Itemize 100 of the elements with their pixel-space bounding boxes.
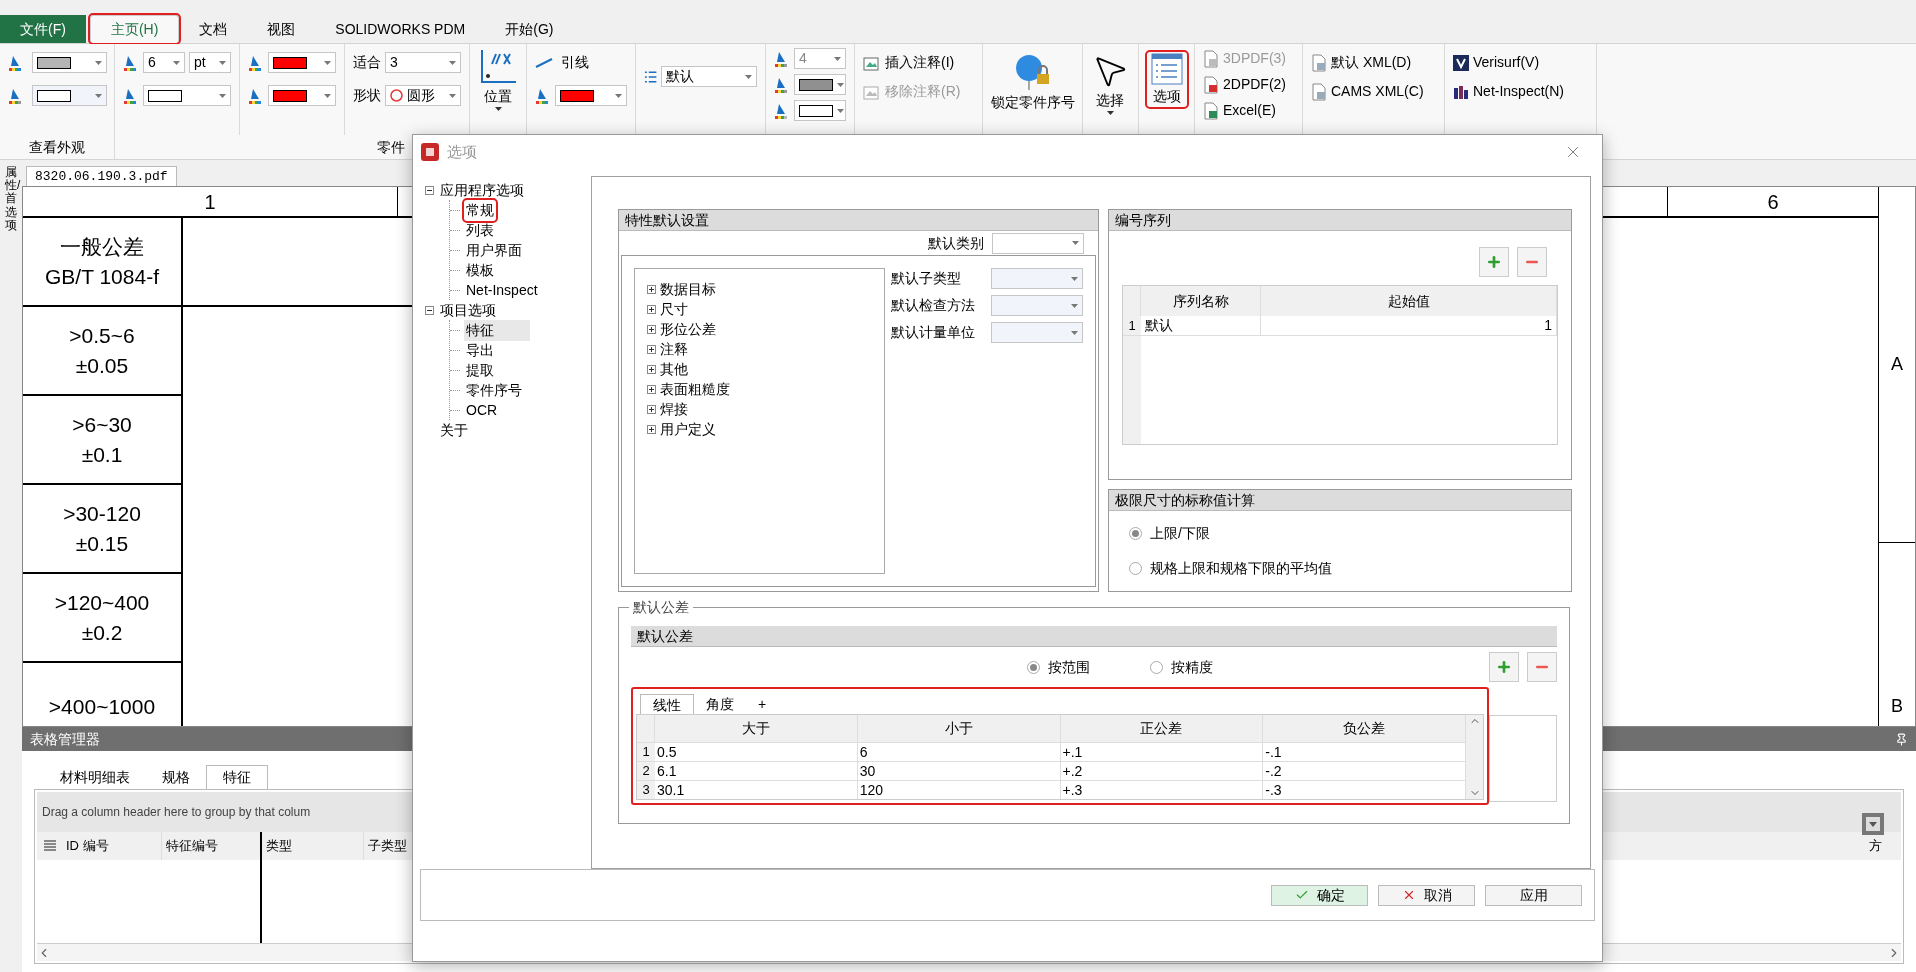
- row-number: 1: [1123, 316, 1141, 335]
- tab[interactable]: 线性: [640, 694, 694, 714]
- tree-item[interactable]: 用户界面: [464, 239, 524, 261]
- dropdown-arrow-icon: [95, 60, 102, 65]
- panel-tab[interactable]: 材料明细表: [44, 765, 146, 789]
- tree-item[interactable]: 常规: [464, 199, 496, 221]
- tree-item[interactable]: 焊接: [660, 398, 688, 420]
- expand-icon[interactable]: [647, 284, 656, 294]
- expand-icon[interactable]: [647, 324, 656, 334]
- position-button[interactable]: 位置: [478, 48, 518, 111]
- tree-item[interactable]: 导出: [464, 339, 496, 361]
- pin-icon[interactable]: [1895, 732, 1908, 746]
- expand-icon[interactable]: [647, 384, 656, 394]
- radio-label: 规格上限和规格下限的平均值: [1150, 559, 1332, 578]
- lock-balloon-button[interactable]: 锁定零件序号: [991, 52, 1075, 113]
- radio-button[interactable]: [1129, 562, 1142, 575]
- dropdown[interactable]: [555, 85, 627, 106]
- dropdown[interactable]: [794, 74, 846, 95]
- tab[interactable]: 角度: [694, 694, 746, 714]
- tree-item[interactable]: 形位公差: [660, 318, 716, 340]
- dropdown[interactable]: 默认: [661, 66, 757, 87]
- column-header[interactable]: ID 编号: [62, 832, 162, 860]
- expand-icon[interactable]: [647, 344, 656, 354]
- file-tab[interactable]: 文件(F): [0, 15, 86, 43]
- dropdown[interactable]: [794, 100, 846, 121]
- radio-button[interactable]: [1027, 660, 1040, 674]
- tree-item[interactable]: OCR: [464, 399, 500, 421]
- remove-button[interactable]: [1517, 247, 1547, 277]
- tree-item[interactable]: Net-Inspect: [464, 279, 540, 301]
- tree-item[interactable]: 注释: [660, 338, 688, 360]
- dropdown[interactable]: [32, 52, 107, 73]
- radio-button[interactable]: [1150, 660, 1163, 674]
- collapse-icon[interactable]: [425, 185, 434, 195]
- dropdown[interactable]: [143, 85, 231, 106]
- panel-tab[interactable]: 规格: [146, 765, 206, 789]
- radio-label: 按范围: [1048, 657, 1090, 677]
- expand-icon[interactable]: [647, 404, 656, 414]
- xml-export-button[interactable]: 默认 XML(D): [1311, 52, 1424, 73]
- column-header[interactable]: 类型: [262, 832, 364, 860]
- tree-item[interactable]: 尺寸: [660, 298, 688, 320]
- xml-export-button[interactable]: CAMS XML(C): [1311, 81, 1424, 102]
- menu-icon[interactable]: [42, 840, 57, 852]
- column-header[interactable]: 正公差: [1060, 715, 1264, 742]
- column-header[interactable]: 序列名称: [1141, 286, 1261, 316]
- ribbon-tab[interactable]: SOLIDWORKS PDM: [315, 15, 486, 43]
- dropdown[interactable]: pt: [189, 52, 231, 73]
- panel-tab[interactable]: 特征: [206, 765, 268, 789]
- expand-icon[interactable]: [647, 304, 656, 314]
- table-cell: +.1: [1060, 743, 1264, 761]
- dropdown[interactable]: 6: [143, 52, 185, 73]
- export-button[interactable]: 2DPDF(2): [1203, 74, 1286, 95]
- column-header[interactable]: 方: [1865, 832, 1901, 860]
- document-tab[interactable]: 8320.06.190.3.pdf: [26, 166, 177, 186]
- dropdown[interactable]: 圆形: [385, 85, 461, 106]
- collapse-icon[interactable]: [425, 305, 434, 315]
- tree-item[interactable]: 关于: [438, 419, 470, 441]
- column-header[interactable]: 大于: [655, 715, 858, 742]
- add-tab-button[interactable]: +: [746, 694, 779, 714]
- dropdown[interactable]: 4: [794, 48, 846, 69]
- select-button[interactable]: 选择: [1091, 52, 1129, 115]
- cancel-button[interactable]: 取消: [1378, 884, 1475, 906]
- options-button[interactable]: 选项: [1147, 52, 1187, 107]
- tree-item[interactable]: 提取: [464, 359, 496, 381]
- table-cell: 1: [1261, 316, 1557, 335]
- dropdown[interactable]: [32, 85, 107, 106]
- tree-item[interactable]: 模板: [464, 259, 496, 281]
- column-header[interactable]: 特征编号: [162, 832, 262, 860]
- remove-button[interactable]: [1527, 652, 1557, 682]
- expand-icon[interactable]: [647, 424, 656, 434]
- tree-item[interactable]: 用户定义: [660, 418, 716, 440]
- tree-item[interactable]: 项目选项: [438, 299, 498, 321]
- ok-button[interactable]: 确定: [1271, 884, 1368, 906]
- tree-item[interactable]: 数据目标: [660, 278, 716, 300]
- ribbon-tab[interactable]: 主页(H): [89, 15, 180, 43]
- add-button[interactable]: [1489, 652, 1519, 682]
- tree-item[interactable]: 零件序号: [464, 379, 524, 401]
- dropdown[interactable]: [268, 52, 336, 73]
- expand-icon[interactable]: [647, 364, 656, 374]
- coordinates-icon: [478, 48, 518, 86]
- note-button[interactable]: 插入注释(I): [863, 52, 961, 73]
- integration-button[interactable]: Verisurf(V): [1453, 52, 1565, 73]
- column-header[interactable]: 小于: [857, 715, 1061, 742]
- column-header[interactable]: 起始值: [1261, 286, 1557, 316]
- tree-item[interactable]: 其他: [660, 358, 688, 380]
- dropdown[interactable]: [268, 85, 336, 106]
- ribbon-tab[interactable]: 开始(G): [485, 15, 574, 43]
- tree-item[interactable]: 应用程序选项: [438, 179, 526, 201]
- column-chooser-icon[interactable]: [1861, 812, 1885, 836]
- ribbon-tab[interactable]: 视图: [247, 15, 316, 43]
- tree-item[interactable]: 表面粗糙度: [660, 378, 730, 400]
- radio-button[interactable]: [1129, 527, 1142, 540]
- ribbon-tab[interactable]: 文档: [179, 15, 248, 43]
- apply-button[interactable]: 应用: [1485, 884, 1582, 906]
- tree-item[interactable]: 列表: [464, 219, 496, 241]
- dropdown[interactable]: 3: [385, 52, 461, 73]
- integration-button[interactable]: Net-Inspect(N): [1453, 81, 1565, 102]
- panel-title: 表格管理器: [30, 729, 100, 749]
- tree-item[interactable]: 特征: [464, 319, 530, 341]
- export-button[interactable]: Excel(E): [1203, 100, 1286, 121]
- add-button[interactable]: [1479, 247, 1509, 277]
